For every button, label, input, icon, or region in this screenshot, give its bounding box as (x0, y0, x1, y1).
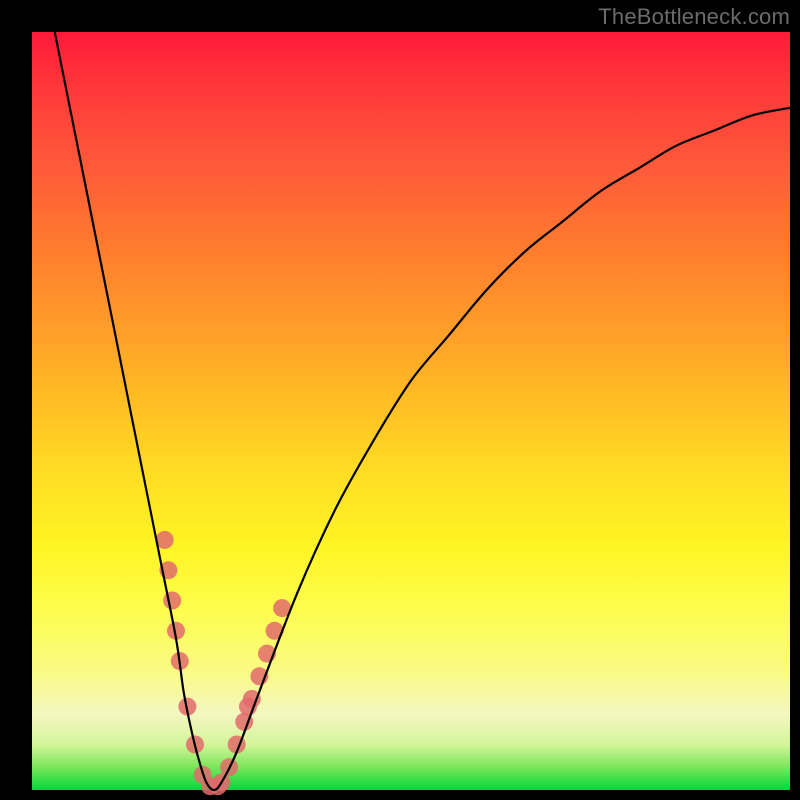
bottleneck-curve (55, 32, 790, 790)
chart-svg (32, 32, 790, 790)
watermark-text: TheBottleneck.com (598, 4, 790, 30)
data-dot (163, 592, 181, 610)
chart-plot-area (32, 32, 790, 790)
chart-frame: TheBottleneck.com (0, 0, 800, 800)
